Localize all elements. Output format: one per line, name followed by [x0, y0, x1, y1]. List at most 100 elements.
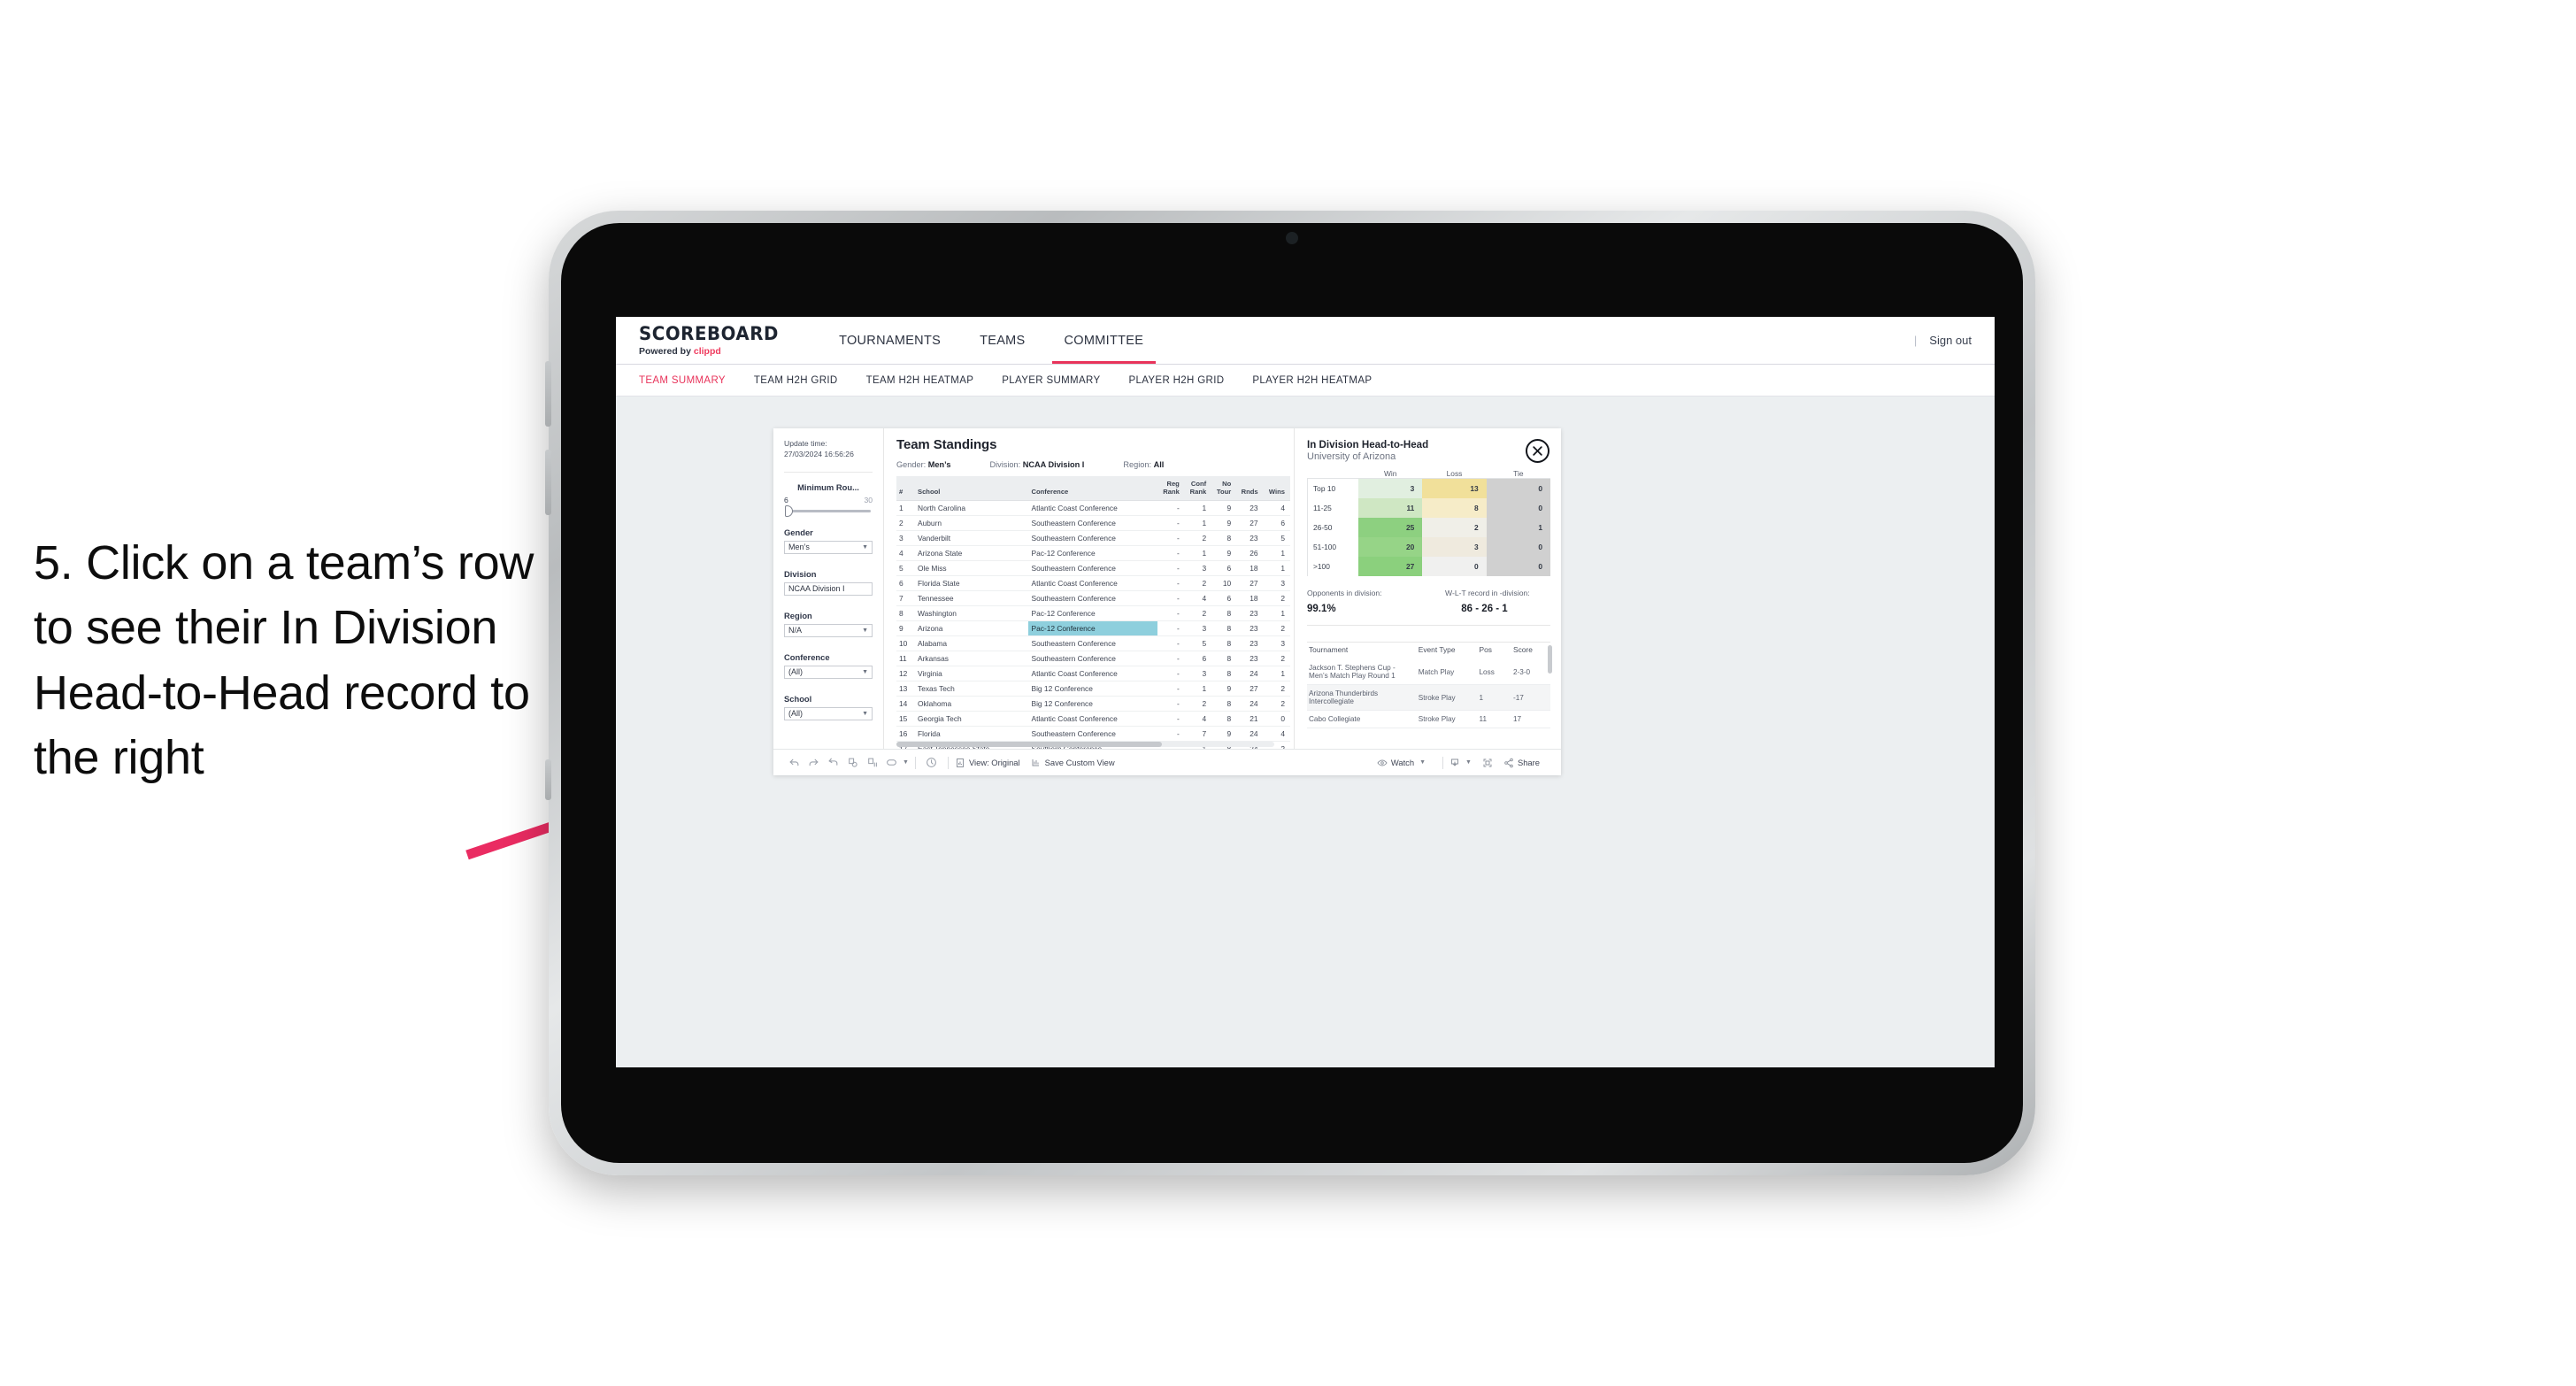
heatmap-cell[interactable]: 0	[1486, 498, 1550, 518]
cell-rank: 3	[896, 530, 916, 547]
table-row[interactable]: 3 Vanderbilt Southeastern Conference -2 8 23 5	[896, 530, 1290, 547]
table-row[interactable]: 14 Oklahoma Big 12 Conference -2 8 24 2	[896, 696, 1290, 712]
table-row[interactable]: 5 Ole Miss Southeastern Conference -3 6 18 1	[896, 560, 1290, 577]
heatmap-cell[interactable]: 0	[1486, 479, 1550, 498]
revert-icon[interactable]	[823, 755, 842, 771]
watch-button[interactable]: Watch ▼	[1377, 758, 1426, 768]
list-item[interactable]: Jackson T. Stephens Cup - Men’s Match Pl…	[1307, 659, 1550, 685]
clock-icon[interactable]	[922, 755, 942, 771]
col-no-tour[interactable]: No Tour	[1211, 476, 1237, 502]
heatmap-row: 51-100 20 3 0	[1307, 537, 1550, 557]
nav-item-committee[interactable]: COMMITTEE	[1045, 317, 1164, 364]
col-score[interactable]: Score	[1511, 643, 1550, 660]
standings-panel: Team Standings Gender: Men’s Division: N…	[884, 428, 1294, 749]
sign-out-link[interactable]: Sign out	[1929, 334, 1972, 347]
table-row[interactable]: 16 Florida Southeastern Conference -7 9 24 4	[896, 726, 1290, 743]
table-row[interactable]: 15 Georgia Tech Atlantic Coast Conference -…	[896, 711, 1290, 728]
volume-up-button[interactable]	[545, 361, 551, 427]
region-select[interactable]: N/A ▼	[784, 623, 873, 637]
heatmap-cell[interactable]: 0	[1422, 557, 1487, 576]
cell-conf-rank: 6	[1184, 651, 1212, 667]
volume-down-button[interactable]	[545, 450, 551, 515]
refresh-data-icon[interactable]	[842, 755, 862, 771]
tab-player-summary[interactable]: PLAYER SUMMARY	[1002, 375, 1116, 386]
horizontal-scrollbar-thumb[interactable]	[896, 742, 1162, 747]
col-tournament[interactable]: Tournament	[1307, 643, 1417, 660]
meta-region-label: Region:	[1123, 460, 1152, 469]
table-row[interactable]: 2 Auburn Southeastern Conference -1 9 27 6	[896, 515, 1290, 532]
col-conf-rank[interactable]: Conf Rank	[1184, 476, 1212, 502]
table-row[interactable]: 8 Washington Pac-12 Conference -2 8 23 1	[896, 605, 1290, 622]
meta-gender: Gender: Men’s	[896, 460, 950, 469]
heatmap-cell[interactable]: 27	[1358, 557, 1423, 576]
heatmap-cell[interactable]: 3	[1358, 479, 1423, 498]
conference-select[interactable]: (All) ▼	[784, 665, 873, 679]
tab-team-h2h-grid[interactable]: TEAM H2H GRID	[754, 375, 854, 386]
undo-icon[interactable]	[784, 755, 804, 771]
heatmap-cell[interactable]: 13	[1422, 479, 1487, 498]
h2h-heatmap: Win Loss Tie Top 10 3 13 0 11-25 11 8 0 26-50 25 2…	[1307, 469, 1550, 576]
heatmap-cell[interactable]: 25	[1358, 518, 1423, 537]
cell-reg-rank: -	[1157, 560, 1185, 577]
standings-tbody: 1 North Carolina Atlantic Coast Conference…	[896, 500, 1290, 749]
col-pos[interactable]: Pos	[1478, 643, 1512, 660]
brand-logo[interactable]: SCOREBOARD Powered by clippd	[639, 324, 788, 357]
chevron-down-icon[interactable]: ▼	[1419, 759, 1426, 766]
tab-team-h2h-heatmap[interactable]: TEAM H2H HEATMAP	[866, 375, 990, 386]
tab-team-summary[interactable]: TEAM SUMMARY	[639, 375, 742, 386]
table-row[interactable]: 12 Virginia Atlantic Coast Conference -3 8 24…	[896, 666, 1290, 682]
gender-select[interactable]: Men’s ▼	[784, 540, 873, 554]
redo-icon[interactable]	[804, 755, 823, 771]
share-button[interactable]: Share	[1503, 758, 1540, 768]
fullscreen-button[interactable]	[1482, 758, 1493, 768]
download-button[interactable]: ▼	[1449, 758, 1472, 768]
list-item[interactable]: Arizona Thunderbirds Intercollegiate Stro…	[1307, 684, 1550, 711]
heatmap-cell[interactable]: 2	[1422, 518, 1487, 537]
nav-item-teams[interactable]: TEAMS	[960, 317, 1044, 364]
cell-rnds: 24	[1236, 726, 1264, 743]
table-row[interactable]: 4 Arizona State Pac-12 Conference -1 9 26 1	[896, 545, 1290, 562]
list-item[interactable]: Cabo Collegiate Stroke Play 11 17	[1307, 710, 1550, 728]
power-button[interactable]	[545, 759, 551, 800]
close-icon[interactable]	[1526, 439, 1549, 463]
heatmap-cell[interactable]: 20	[1358, 537, 1423, 557]
dashboard-card: Update time: 27/03/2024 16:56:26 Minimum…	[773, 428, 1561, 775]
school-select[interactable]: (All) ▼	[784, 706, 873, 720]
heatmap-cell[interactable]: 8	[1422, 498, 1487, 518]
cell-rnds: 27	[1236, 515, 1264, 532]
save-custom-view-button[interactable]: Save Custom View	[1031, 758, 1115, 768]
table-row[interactable]: 6 Florida State Atlantic Coast Conference -…	[896, 575, 1290, 592]
heatmap-cell[interactable]: 0	[1486, 537, 1550, 557]
chevron-down-icon[interactable]: ▼	[1465, 759, 1472, 766]
division-select[interactable]: NCAA Division I	[784, 581, 873, 596]
heatmap-cell[interactable]: 0	[1486, 557, 1550, 576]
view-original-button[interactable]: View: Original	[955, 758, 1020, 768]
table-row[interactable]: 11 Arkansas Southeastern Conference -6 8 23 2	[896, 651, 1290, 667]
col-event-type[interactable]: Event Type	[1417, 643, 1478, 660]
nav-item-tournaments[interactable]: TOURNAMENTS	[819, 317, 960, 364]
shape-icon[interactable]	[881, 755, 901, 771]
pause-refresh-icon[interactable]	[862, 755, 881, 771]
col-reg-rank[interactable]: Reg Rank	[1157, 476, 1185, 502]
table-row[interactable]: 7 Tennessee Southeastern Conference -4 6 18 2	[896, 590, 1290, 607]
table-row[interactable]: 9 Arizona Pac-12 Conference -3 8 23 2	[896, 620, 1290, 637]
slider-thumb[interactable]	[785, 504, 793, 517]
toolbar-divider	[947, 756, 949, 769]
col-rank[interactable]: #	[896, 476, 916, 502]
table-row[interactable]: 10 Alabama Southeastern Conference -5 8 23 3	[896, 635, 1290, 652]
col-conference[interactable]: Conference	[1028, 476, 1158, 502]
chevron-down-icon[interactable]: ▼	[903, 759, 909, 766]
minimum-rounds-slider[interactable]	[785, 504, 871, 517]
heatmap-cell[interactable]: 11	[1358, 498, 1423, 518]
col-rnds[interactable]: Rnds	[1236, 476, 1264, 502]
table-row[interactable]: 13 Texas Tech Big 12 Conference -1 9 27 2	[896, 681, 1290, 697]
tournaments-scrollbar-thumb[interactable]	[1548, 645, 1552, 674]
heatmap-cell[interactable]: 3	[1422, 537, 1487, 557]
tab-player-h2h-grid[interactable]: PLAYER H2H GRID	[1128, 375, 1240, 386]
tab-player-h2h-heatmap[interactable]: PLAYER H2H HEATMAP	[1252, 375, 1388, 386]
heatmap-cell[interactable]: 1	[1486, 518, 1550, 537]
col-school[interactable]: School	[915, 476, 1029, 502]
table-row[interactable]: 1 North Carolina Atlantic Coast Conference…	[896, 500, 1290, 517]
slider-min-value: 6	[784, 495, 788, 504]
col-wins[interactable]: Wins	[1263, 476, 1290, 502]
